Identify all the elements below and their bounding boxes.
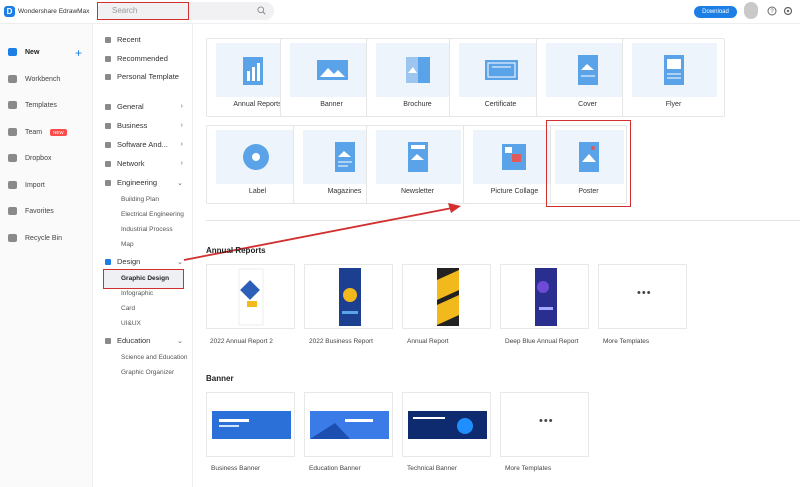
template-card-technical-banner[interactable] <box>402 392 491 457</box>
card-label: Education Banner <box>309 465 361 472</box>
card-label: 2022 Annual Report 2 <box>210 338 273 345</box>
section-title-banner: Banner <box>206 374 234 383</box>
template-card-annual-report[interactable] <box>402 264 491 329</box>
template-card-business-banner[interactable] <box>206 392 295 457</box>
card-thumbnail <box>212 411 291 439</box>
card-thumbnail <box>310 411 389 439</box>
card-thumbnail <box>339 268 361 326</box>
more-dots-icon: ••• <box>539 415 554 427</box>
card-label: 2022 Business Report <box>309 338 373 345</box>
card-label: Business Banner <box>211 465 261 472</box>
template-card-2022-annual-report-2[interactable] <box>206 264 295 329</box>
annotation-arrow <box>183 203 461 261</box>
card-thumbnail <box>408 411 487 439</box>
card-label: Annual Report <box>407 338 449 345</box>
template-card-more-banners[interactable]: ••• <box>500 392 589 457</box>
template-card-2022-business-report[interactable] <box>304 264 393 329</box>
section-title-annual-reports: Annual Reports <box>206 246 266 255</box>
card-thumbnail <box>437 268 459 326</box>
card-thumbnail <box>238 268 264 326</box>
card-label: More Templates <box>603 338 650 345</box>
card-label: More Templates <box>505 465 552 472</box>
card-label: Technical Banner <box>407 465 457 472</box>
template-card-more-templates[interactable]: ••• <box>598 264 687 329</box>
card-thumbnail <box>535 268 557 326</box>
more-dots-icon: ••• <box>637 287 652 299</box>
card-label: Deep Blue Annual Report <box>505 338 579 345</box>
template-card-deep-blue-annual-report[interactable] <box>500 264 589 329</box>
template-card-education-banner[interactable] <box>304 392 393 457</box>
